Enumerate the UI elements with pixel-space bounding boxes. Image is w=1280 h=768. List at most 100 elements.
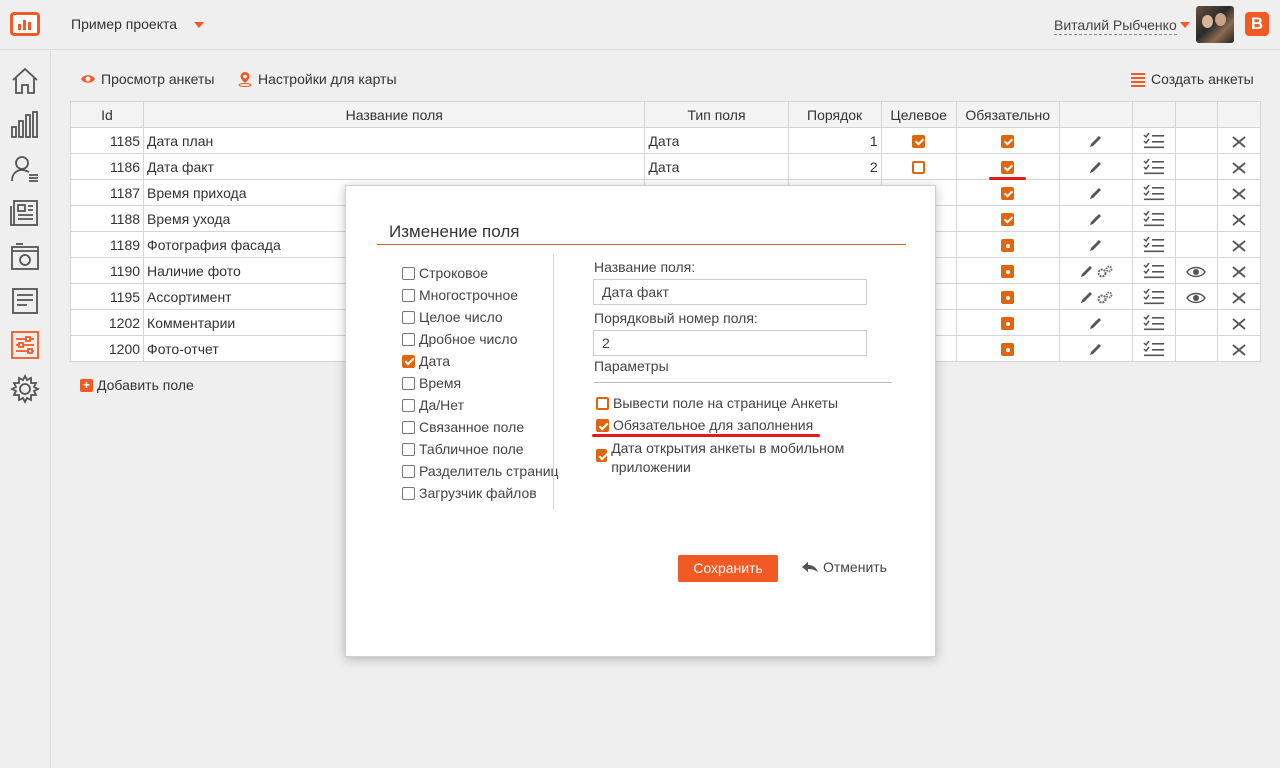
- option-show-on-page[interactable]: Вывести поле на странице Анкеты: [596, 395, 838, 411]
- save-button[interactable]: Сохранить: [678, 555, 778, 582]
- required-checkbox[interactable]: [1001, 317, 1015, 331]
- option-required[interactable]: Обязательное для заполнения: [596, 417, 813, 433]
- cancel-button[interactable]: Отменить: [801, 559, 887, 575]
- close-icon[interactable]: [1230, 265, 1248, 279]
- checkbox[interactable]: [402, 354, 415, 368]
- map-settings-link[interactable]: Настройки для карты: [237, 71, 397, 87]
- checkbox[interactable]: [402, 398, 415, 412]
- checkbox[interactable]: [596, 419, 609, 432]
- eye-icon[interactable]: [1186, 291, 1207, 305]
- chevron-down-icon[interactable]: [1180, 22, 1190, 28]
- pencil-icon[interactable]: [1078, 265, 1096, 279]
- checkbox[interactable]: [402, 266, 415, 280]
- required-checkbox[interactable]: [1001, 265, 1015, 279]
- chevron-down-icon[interactable]: [194, 22, 204, 28]
- col-type[interactable]: Тип поля: [644, 101, 789, 128]
- required-checkbox[interactable]: [1001, 343, 1015, 357]
- checkbox[interactable]: [402, 376, 415, 390]
- close-icon[interactable]: [1230, 135, 1248, 149]
- close-icon[interactable]: [1230, 213, 1248, 227]
- field-type-option[interactable]: Строковое: [402, 262, 559, 284]
- target-checkbox[interactable]: [912, 135, 926, 149]
- field-type-option[interactable]: Дата: [402, 350, 559, 372]
- close-icon[interactable]: [1230, 343, 1248, 357]
- checkbox[interactable]: [402, 442, 415, 456]
- image-icon[interactable]: [9, 241, 41, 273]
- checkbox[interactable]: [596, 397, 609, 410]
- gears-icon[interactable]: [1096, 291, 1114, 305]
- field-type-option[interactable]: Дробное число: [402, 328, 559, 350]
- checkbox[interactable]: [402, 288, 415, 302]
- checkbox[interactable]: [402, 420, 415, 434]
- cell-required: [955, 335, 1060, 362]
- required-checkbox[interactable]: [1001, 187, 1015, 201]
- field-type-option[interactable]: Связанное поле: [402, 416, 559, 438]
- col-target[interactable]: Целевое: [880, 101, 957, 128]
- checkbox[interactable]: [402, 332, 415, 346]
- pencil-icon[interactable]: [1087, 135, 1105, 149]
- users-icon[interactable]: [9, 153, 41, 185]
- home-icon[interactable]: [9, 65, 41, 97]
- option-open-date[interactable]: Дата открытия анкеты в мобильном приложе…: [596, 439, 876, 477]
- view-form-link[interactable]: Просмотр анкеты: [80, 71, 214, 87]
- checklist-icon[interactable]: [1143, 211, 1165, 227]
- field-name-input[interactable]: Дата факт: [593, 279, 867, 305]
- checklist-icon[interactable]: [1143, 341, 1165, 357]
- col-name[interactable]: Название поля: [143, 101, 646, 128]
- pencil-icon[interactable]: [1087, 317, 1105, 331]
- user-menu[interactable]: Виталий Рыбченко: [1054, 17, 1177, 35]
- checklist-icon[interactable]: [1143, 185, 1165, 201]
- settings-sliders-icon[interactable]: [9, 329, 41, 361]
- close-icon[interactable]: [1230, 291, 1248, 305]
- newspaper-icon[interactable]: [9, 197, 41, 229]
- blogger-icon[interactable]: B: [1245, 12, 1269, 36]
- required-checkbox[interactable]: [1001, 239, 1015, 253]
- pencil-icon[interactable]: [1087, 239, 1105, 253]
- field-type-option[interactable]: Загрузчик файлов: [402, 482, 559, 504]
- required-checkbox[interactable]: [1001, 213, 1015, 227]
- pencil-icon[interactable]: [1087, 161, 1105, 175]
- close-icon[interactable]: [1230, 187, 1248, 201]
- required-checkbox[interactable]: [1001, 291, 1015, 305]
- close-icon[interactable]: [1230, 239, 1248, 253]
- pencil-icon[interactable]: [1087, 187, 1105, 201]
- checkbox[interactable]: [596, 449, 608, 462]
- checklist-icon[interactable]: [1143, 289, 1165, 305]
- project-selector[interactable]: Пример проекта: [71, 16, 177, 32]
- checklist-icon[interactable]: [1143, 133, 1165, 149]
- close-icon[interactable]: [1230, 317, 1248, 331]
- col-id[interactable]: Id: [69, 101, 145, 128]
- checklist-icon[interactable]: [1143, 159, 1165, 175]
- gears-icon[interactable]: [1096, 265, 1114, 279]
- col-order[interactable]: Порядок: [787, 101, 882, 128]
- checklist-icon[interactable]: [1143, 237, 1165, 253]
- required-checkbox[interactable]: [1001, 161, 1015, 175]
- document-icon[interactable]: [9, 285, 41, 317]
- order-input[interactable]: 2: [593, 330, 867, 356]
- pencil-icon[interactable]: [1087, 213, 1105, 227]
- create-forms-link[interactable]: Создать анкеты: [1130, 71, 1254, 87]
- checklist-icon[interactable]: [1143, 315, 1165, 331]
- field-type-option[interactable]: Табличное поле: [402, 438, 559, 460]
- required-checkbox[interactable]: [1001, 135, 1015, 149]
- checklist-icon[interactable]: [1143, 263, 1165, 279]
- field-type-option[interactable]: Время: [402, 372, 559, 394]
- target-checkbox[interactable]: [912, 161, 926, 175]
- eye-icon[interactable]: [1186, 265, 1207, 279]
- app-logo-icon[interactable]: [10, 12, 40, 36]
- field-type-option[interactable]: Многострочное: [402, 284, 559, 306]
- checkbox[interactable]: [402, 464, 415, 478]
- field-type-option[interactable]: Да/Нет: [402, 394, 559, 416]
- chart-icon[interactable]: [9, 109, 41, 141]
- pencil-icon[interactable]: [1087, 343, 1105, 357]
- gear-icon[interactable]: [9, 373, 41, 405]
- close-icon[interactable]: [1230, 161, 1248, 175]
- add-field-button[interactable]: + Добавить поле: [80, 377, 194, 393]
- pencil-icon[interactable]: [1078, 291, 1096, 305]
- col-required[interactable]: Обязательно: [955, 101, 1060, 128]
- avatar[interactable]: [1196, 6, 1234, 43]
- checkbox[interactable]: [402, 486, 415, 500]
- checkbox[interactable]: [402, 310, 415, 324]
- field-type-option[interactable]: Разделитель страниц: [402, 460, 559, 482]
- field-type-option[interactable]: Целое число: [402, 306, 559, 328]
